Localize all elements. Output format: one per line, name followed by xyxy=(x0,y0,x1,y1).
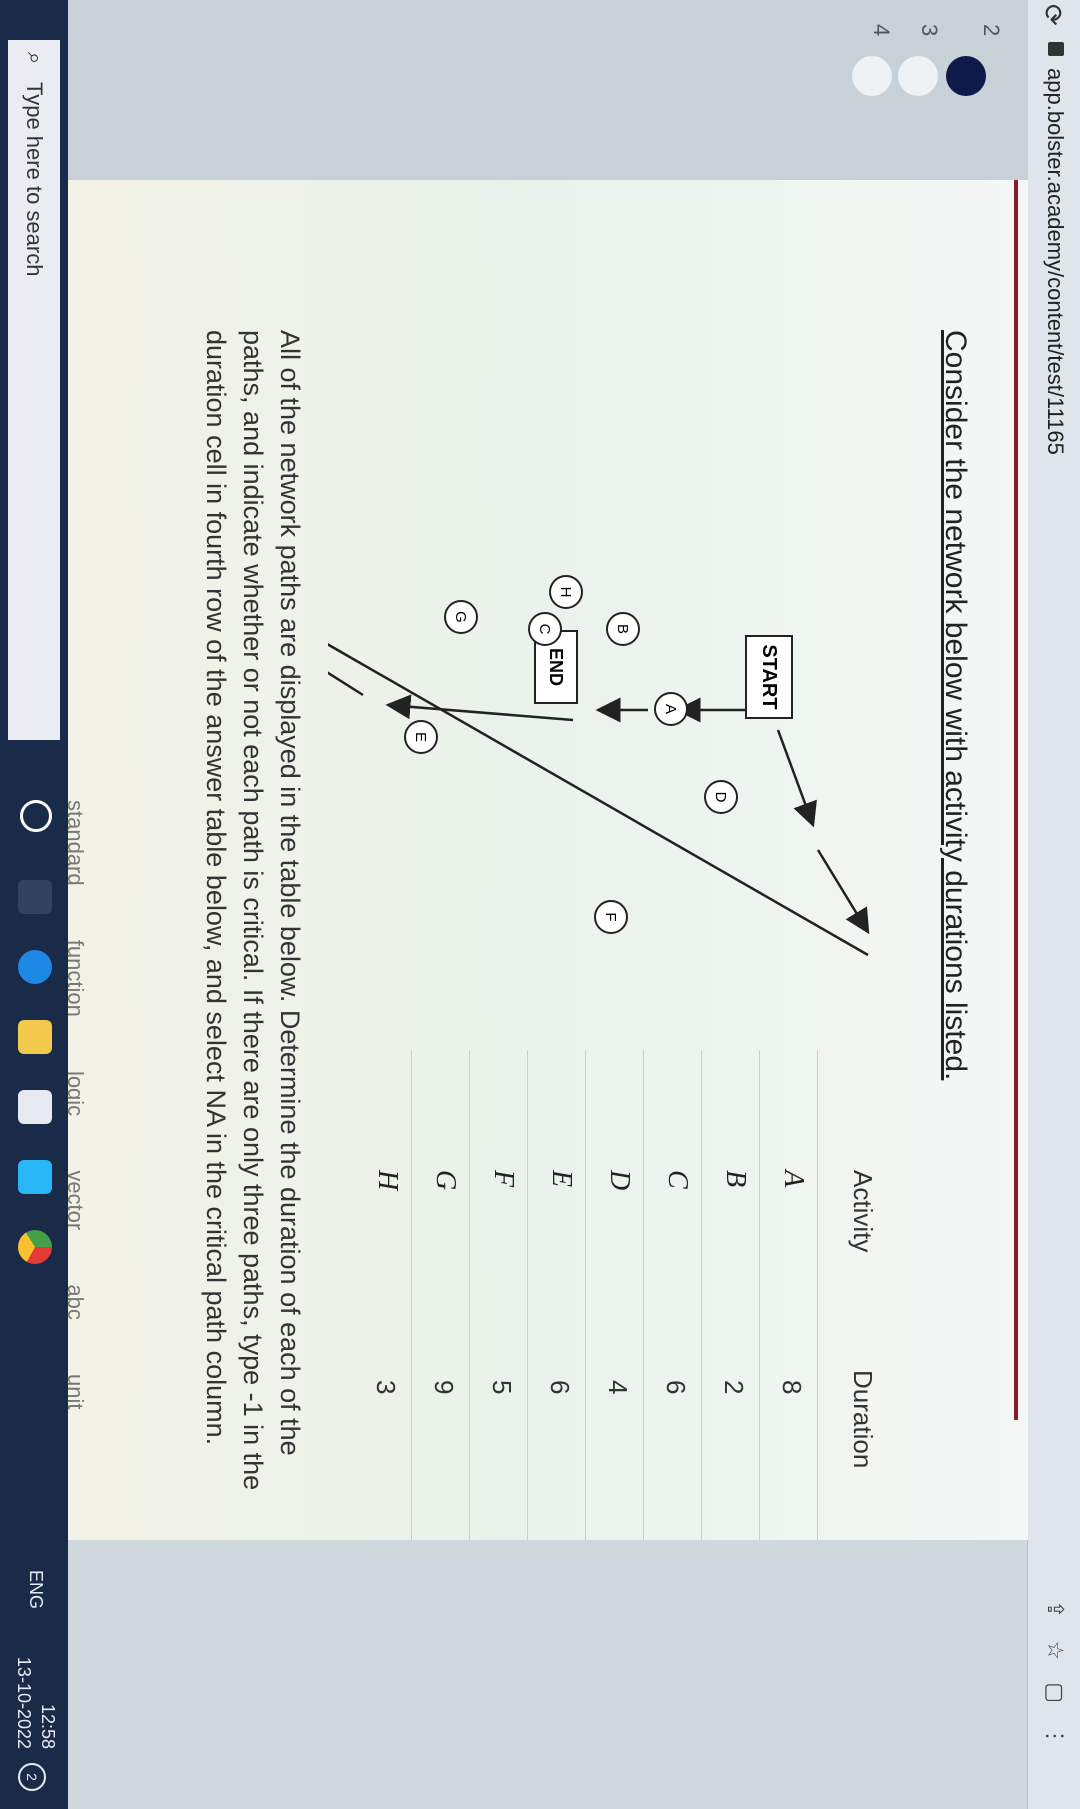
clock-date: 13-10-2022 xyxy=(14,1656,34,1749)
cell-duration: 2 xyxy=(719,1380,749,1395)
search-icon: ⌕ xyxy=(23,52,48,65)
cell-duration: 4 xyxy=(603,1380,633,1395)
question-page: Consider the network below with activity… xyxy=(63,180,1028,1540)
accent-bar xyxy=(1014,180,1018,1420)
question-intro: Consider the network below with activity… xyxy=(939,330,972,1081)
store-icon[interactable] xyxy=(18,1090,52,1124)
question-number: 4 xyxy=(869,24,894,37)
table-row: C6 xyxy=(643,1050,702,1540)
node-c: C xyxy=(528,612,562,646)
system-tray-language[interactable]: ENG xyxy=(25,1570,46,1609)
cell-duration: 5 xyxy=(487,1380,517,1395)
browser-actions: ⇪☆▢⋮ xyxy=(1042,1600,1068,1769)
edge-start-a xyxy=(776,729,817,828)
node-a: A xyxy=(654,692,688,726)
node-h: H xyxy=(549,575,583,609)
reload-icon[interactable]: ⟳ xyxy=(1037,4,1068,26)
column-header-activity: Activity xyxy=(848,1170,878,1253)
cell-duration: 3 xyxy=(371,1380,401,1395)
cell-duration: 8 xyxy=(777,1380,807,1395)
cell-activity: A xyxy=(778,1170,809,1188)
edge-browser-icon[interactable] xyxy=(18,950,52,984)
table-row: B2 xyxy=(701,1050,760,1540)
table-row: F5 xyxy=(469,1050,528,1540)
question-nav-item[interactable] xyxy=(852,56,892,96)
node-d: D xyxy=(704,780,738,814)
node-b: B xyxy=(606,612,640,646)
notification-count-badge[interactable]: 2 xyxy=(18,1763,46,1791)
question-number: 2 xyxy=(979,24,1004,37)
window-icon[interactable]: ▢ xyxy=(1043,1682,1068,1725)
node-e: E xyxy=(404,720,438,754)
star-icon[interactable]: ☆ xyxy=(1043,1640,1068,1682)
system-clock[interactable]: 12:58 13-10-2022 xyxy=(12,1657,60,1749)
table-row: H3 xyxy=(353,1050,412,1540)
cell-activity: D xyxy=(604,1170,635,1191)
address-bar[interactable]: app.bolster.academy/content/test/11165 xyxy=(1042,68,1068,455)
cell-activity: C xyxy=(662,1170,693,1189)
table-row: D4 xyxy=(585,1050,644,1540)
share-icon[interactable]: ⇪ xyxy=(1043,1600,1068,1640)
photo-stage: ⟳ app.bolster.academy/content/test/11165… xyxy=(0,0,1080,1809)
question-number: 3 xyxy=(917,24,942,37)
cell-activity: F xyxy=(488,1170,519,1188)
cell-activity: H xyxy=(372,1170,403,1191)
search-placeholder: Type here to search xyxy=(22,82,47,277)
question-nav-item-active[interactable] xyxy=(946,56,986,96)
task-view-icon[interactable] xyxy=(18,880,52,914)
cell-activity: G xyxy=(430,1170,461,1191)
mail-icon[interactable] xyxy=(18,1160,52,1194)
cell-activity: B xyxy=(720,1170,751,1188)
file-explorer-icon[interactable] xyxy=(18,1020,52,1054)
cortana-icon[interactable] xyxy=(20,800,52,832)
table-row: E6 xyxy=(527,1050,586,1540)
question-nav: 2 3 4 xyxy=(68,0,1028,180)
question-instructions: All of the network paths are displayed i… xyxy=(201,330,305,1491)
cell-duration: 9 xyxy=(429,1380,459,1395)
node-f: F xyxy=(594,900,628,934)
start-node: START xyxy=(745,635,793,719)
column-header-duration: Duration xyxy=(848,1370,878,1469)
cell-duration: 6 xyxy=(545,1380,575,1395)
edge-a-d xyxy=(816,849,870,935)
browser-toolbar: ⟳ app.bolster.academy/content/test/11165… xyxy=(1027,0,1080,1809)
clock-time: 12:58 xyxy=(38,1703,58,1749)
windows-taskbar: ⌕ Type here to search ENG 12:58 13-10-20… xyxy=(0,0,68,1809)
lock-icon xyxy=(1048,42,1064,56)
menu-icon[interactable]: ⋮ xyxy=(1043,1725,1068,1769)
node-g: G xyxy=(444,600,478,634)
chrome-icon[interactable] xyxy=(18,1230,52,1264)
cell-duration: 6 xyxy=(661,1380,691,1395)
activity-network-diagram xyxy=(328,608,870,957)
taskbar-search[interactable]: ⌕ Type here to search xyxy=(8,40,60,740)
edge-c-e xyxy=(385,694,574,722)
cell-activity: E xyxy=(546,1170,577,1188)
table-row: G9 xyxy=(411,1050,470,1540)
question-nav-item[interactable] xyxy=(898,56,938,96)
table-row: A8 xyxy=(759,1050,818,1540)
